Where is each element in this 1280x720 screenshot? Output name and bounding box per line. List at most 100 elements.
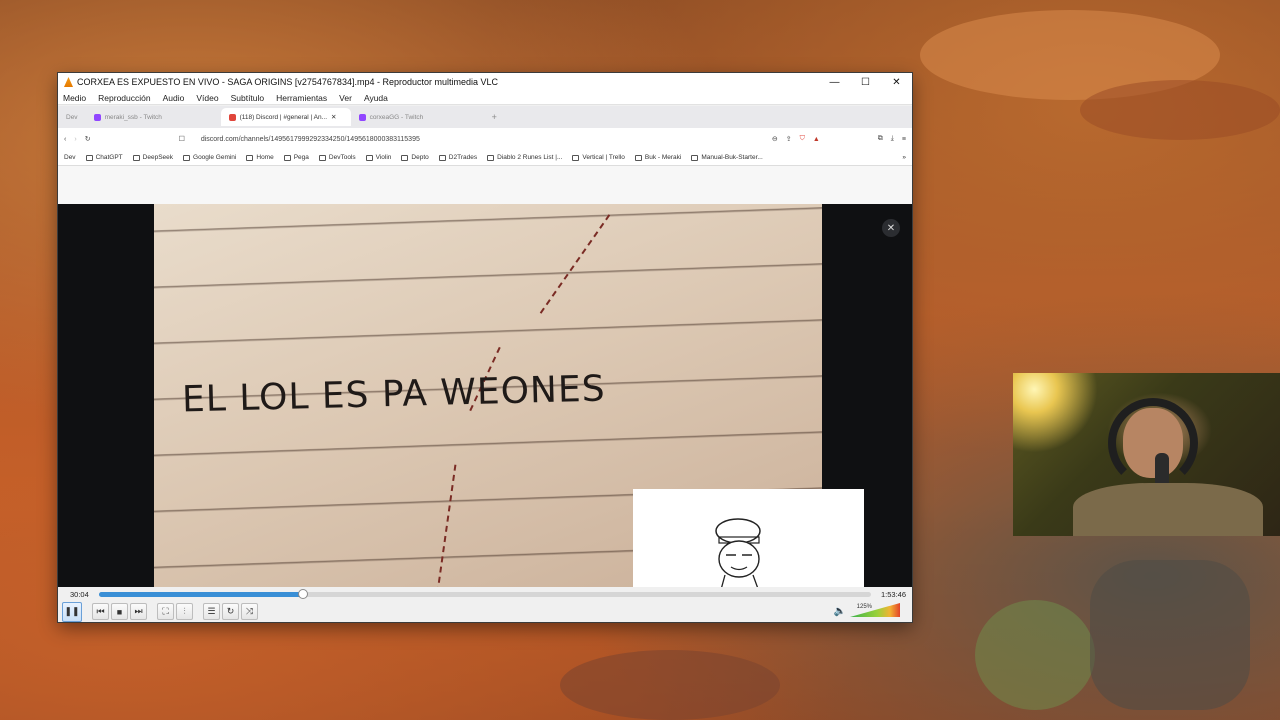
desert-rock (560, 650, 780, 720)
pause-button[interactable]: ❚❚ (62, 601, 82, 622)
url-input[interactable]: discord.com/channels/1495617999292334250… (193, 136, 764, 143)
bookmark-violin[interactable]: Violin (365, 154, 391, 161)
bookmark-label: Buk - Meraki (644, 154, 682, 161)
bookmark-icon (691, 154, 699, 161)
menu-reproduccion[interactable]: Reproducción (98, 93, 150, 103)
menu-audio[interactable]: Audio (163, 93, 185, 103)
vlc-cone-icon (64, 77, 73, 87)
bookmark-label: D2Trades (448, 154, 478, 161)
warning-icon[interactable]: ▲ (813, 136, 820, 143)
bookmark-icon (634, 154, 642, 161)
bookmark-icon (183, 154, 191, 161)
bookmark-label: Vertical | Trello (582, 154, 625, 161)
bookmark-depto[interactable]: Depto (401, 154, 429, 161)
bookmark-dev[interactable]: Dev (64, 154, 76, 161)
recorded-browser: Dev meraki_ssb - Twitch (118) Discord | … (58, 106, 912, 204)
minimize-button[interactable]: — (819, 73, 850, 91)
volume-control: 🔈 125% (834, 603, 900, 617)
previous-button[interactable]: ⏮ (92, 603, 109, 620)
stop-button[interactable]: ■ (111, 603, 128, 620)
vlc-window: CORXEA ES EXPUESTO EN VIVO - SAGA ORIGIN… (58, 73, 912, 622)
browser-urlbar: ‹ › ↻ ☐ discord.com/channels/14956179992… (58, 128, 912, 150)
folder-icon (283, 154, 291, 161)
desert-rock (1080, 80, 1280, 140)
tab-label: Dev (66, 113, 78, 121)
bookmark-icon (487, 154, 495, 161)
menu-subtitulo[interactable]: Subtítulo (231, 93, 265, 103)
maximize-button[interactable]: ☐ (850, 73, 881, 91)
shuffle-button[interactable]: ⤨ (241, 603, 258, 620)
meme-caption: EL LOL ES PA WEONES (181, 368, 607, 421)
bookmark-icon (572, 154, 580, 161)
extensions-icon[interactable]: ⧉ (878, 135, 883, 143)
brave-shield-icon[interactable]: ⛉ (800, 135, 805, 143)
game-character-arm (1090, 560, 1250, 710)
twitch-icon (93, 113, 101, 121)
bookmark-icon (246, 154, 254, 161)
fullscreen-button[interactable]: ⛶ (157, 603, 174, 620)
vlc-controls: ❚❚ ⏮ ■ ⏭ ⛶ ⫶ ☰ ↻ ⤨ 🔈 125% (58, 601, 912, 622)
bookmark-gemini[interactable]: Google Gemini (183, 154, 236, 161)
window-title: CORXEA ES EXPUESTO EN VIVO - SAGA ORIGIN… (77, 77, 499, 87)
menu-medio[interactable]: Medio (63, 93, 86, 103)
bookmark-chatgpt[interactable]: ChatGPT (85, 154, 123, 161)
bookmark-page-icon[interactable]: ☐ (179, 135, 185, 143)
more-bookmarks-icon[interactable]: » (902, 154, 906, 161)
bookmark-d2trades[interactable]: D2Trades (438, 154, 478, 161)
game-character (975, 600, 1095, 710)
forward-icon[interactable]: › (74, 136, 76, 143)
seek-slider[interactable] (98, 588, 871, 599)
tab-meraki-twitch[interactable]: meraki_ssb - Twitch (86, 108, 221, 126)
vlc-menubar: Medio Reproducción Audio Vídeo Subtítulo… (58, 91, 912, 105)
close-lightbox-button[interactable]: ✕ (882, 219, 900, 237)
back-icon[interactable]: ‹ (64, 136, 66, 143)
menu-herramientas[interactable]: Herramientas (276, 93, 327, 103)
streamer-sweater (1073, 483, 1263, 536)
playlist-button[interactable]: ☰ (203, 603, 220, 620)
bookmark-label: Diablo 2 Runes List |... (497, 154, 563, 161)
tab-discord[interactable]: (118) Discord | #general | An... ✕ (220, 108, 351, 126)
reload-icon[interactable]: ↻ (85, 135, 91, 143)
folder-icon (401, 154, 409, 161)
close-button[interactable]: ✕ (881, 73, 912, 91)
vlc-titlebar[interactable]: CORXEA ES EXPUESTO EN VIVO - SAGA ORIGIN… (58, 73, 912, 91)
video-area[interactable]: Dev meraki_ssb - Twitch (118) Discord | … (58, 106, 912, 587)
zoom-icon[interactable]: ⊖ (772, 135, 778, 143)
wall-crack (433, 464, 457, 587)
bookmark-icon (132, 154, 140, 161)
share-icon[interactable]: ⇪ (786, 135, 792, 143)
menu-ver[interactable]: Ver (339, 93, 352, 103)
bookmark-home[interactable]: Home (246, 154, 274, 161)
bookmark-devtools[interactable]: DevTools (318, 154, 356, 161)
seek-handle[interactable] (298, 588, 309, 599)
menu-icon[interactable]: ≡ (902, 136, 906, 143)
menu-ayuda[interactable]: Ayuda (364, 93, 388, 103)
tab-label: (118) Discord | #general | An... (239, 113, 328, 121)
bookmark-pega[interactable]: Pega (283, 154, 309, 161)
webcam-overlay (1013, 373, 1280, 536)
bookmark-deepseek[interactable]: DeepSeek (132, 154, 174, 161)
bookmark-manual-buk[interactable]: Manual-Buk-Starter... (691, 154, 763, 161)
close-tab-icon[interactable]: ✕ (331, 113, 336, 121)
tab-dev[interactable]: Dev (58, 108, 86, 126)
bookmark-d2runes[interactable]: Diablo 2 Runes List |... (487, 154, 562, 161)
speaker-icon[interactable]: 🔈 (834, 606, 846, 617)
folder-icon (318, 154, 326, 161)
tab-label: meraki_ssb - Twitch (104, 113, 162, 121)
next-button[interactable]: ⏭ (130, 603, 147, 620)
bookmark-label: Google Gemini (193, 154, 237, 161)
bookmark-buk[interactable]: Buk - Meraki (634, 154, 682, 161)
bookmark-trello[interactable]: Vertical | Trello (572, 154, 625, 161)
loop-button[interactable]: ↻ (222, 603, 239, 620)
streamer-face (1123, 408, 1183, 478)
new-tab-icon[interactable]: + (492, 112, 497, 122)
bookmark-label: Depto (411, 154, 429, 161)
cartoon-face-icon (715, 518, 761, 587)
bookmark-label: ChatGPT (95, 154, 123, 161)
extended-settings-button[interactable]: ⫶ (176, 603, 193, 620)
menu-video[interactable]: Vídeo (196, 93, 218, 103)
bookmark-label: DeepSeek (142, 154, 174, 161)
download-icon[interactable]: ⤓ (891, 135, 894, 143)
bookmark-label: Home (256, 154, 274, 161)
tab-corxea-twitch[interactable]: corxeaGG - Twitch (351, 108, 486, 126)
